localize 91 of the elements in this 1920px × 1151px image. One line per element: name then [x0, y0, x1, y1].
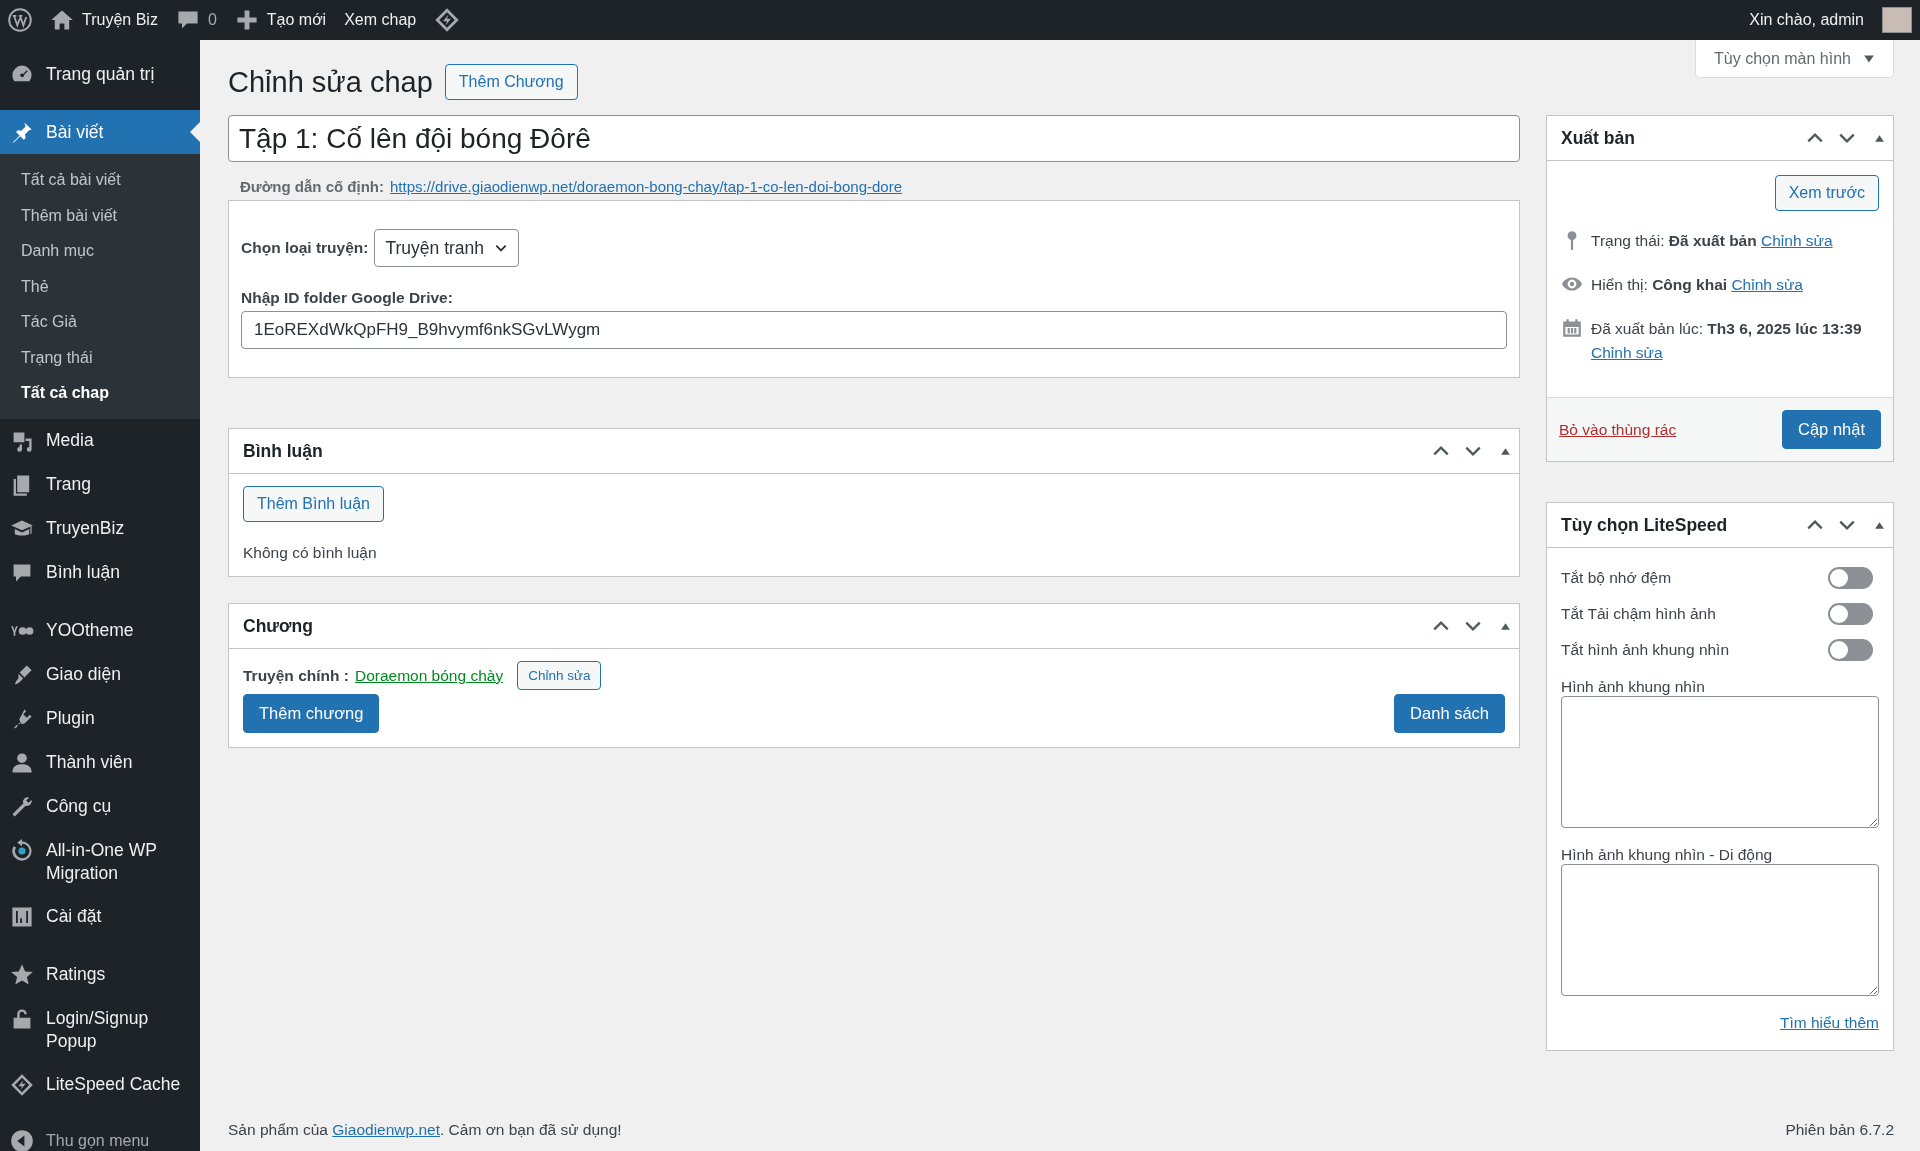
circular-arrow-icon [10, 838, 34, 863]
drive-id-field[interactable]: 1EoREXdWkQpFH9_B9hvymf6nkSGvLWygm [241, 311, 1507, 349]
move-to-trash-link[interactable]: Bỏ vào thùng rác [1559, 420, 1677, 439]
sidebar-item[interactable]: Công cụ [0, 784, 200, 829]
chapter-list-button[interactable]: Danh sách [1394, 694, 1505, 733]
field-label: Hình ảnh khung nhìn [1561, 678, 1706, 696]
sidebar-item[interactable]: YOOtheme [0, 608, 200, 653]
pushpin-icon [10, 120, 34, 144]
submenu-item[interactable]: Tác Giả [0, 304, 200, 340]
comic-type-dropdown[interactable]: Truyện tranh [374, 229, 520, 267]
diamond-logo-icon [434, 7, 461, 33]
preview-button[interactable]: Xem trước [1774, 175, 1879, 211]
post-title-field[interactable]: Tập 1: Cố lên đội bóng Đôrê [228, 115, 1520, 162]
publish-info-text: Hiển thị: Công khai Chỉnh sửa [1591, 275, 1803, 295]
sliders-icon [10, 904, 34, 929]
greeting-text[interactable]: Xin chào, admin [1749, 11, 1864, 29]
sidebar-item[interactable]: Plugin [0, 696, 200, 741]
text-area-field[interactable] [1561, 696, 1879, 828]
permalink-label: Đường dẫn cố định: [240, 178, 384, 195]
field-label: Nhập ID folder Google Drive: [241, 289, 454, 307]
toggle-switch[interactable] [1828, 567, 1873, 589]
triangle-up-icon [1874, 132, 1885, 144]
toggle-label: Tắt Tải chậm hình ảnh [1561, 605, 1716, 623]
add-chapter-button[interactable]: Thêm chương [243, 694, 380, 733]
star-icon [10, 962, 34, 987]
update-button[interactable]: Cập nhật [1782, 410, 1881, 449]
empty-message: Không có bình luận [243, 544, 378, 562]
sidebar-item[interactable]: Thành viên [0, 740, 200, 785]
page-title: Chỉnh sửa chap [228, 65, 433, 99]
publish-info-text: Đã xuất bản lúc: Th3 6, 2025 lúc 13:39 Chỉnh sửa [1591, 319, 1863, 363]
sidebar-item[interactable]: Bình luận [0, 550, 200, 595]
wrench-icon [10, 794, 34, 819]
edit-link[interactable]: Chỉnh sửa [1761, 232, 1833, 249]
sidebar-item[interactable]: LiteSpeed Cache [0, 1062, 200, 1107]
sidebar-item[interactable]: Giao diện [0, 652, 200, 697]
field-label: Chọn loại truyện: [241, 239, 369, 257]
sidebar-item[interactable]: Cài đặt [0, 894, 200, 939]
submenu-item[interactable]: Tất cả chap [0, 375, 200, 411]
edit-button[interactable]: Chỉnh sửa [517, 661, 602, 690]
toggle-switch[interactable] [1828, 603, 1873, 625]
panel-title: Tùy chọn LiteSpeed [1561, 514, 1728, 536]
person-icon [10, 750, 34, 775]
add-chapter-button[interactable]: Thêm Chương [444, 64, 578, 100]
triangle-up-icon [1500, 620, 1511, 632]
admin-bar-link[interactable]: 0 [175, 8, 217, 32]
main-story-label: Truyện chính : [243, 666, 349, 685]
main-story-link[interactable]: Doraemon bóng chày [354, 666, 504, 685]
collapse-menu-button[interactable]: Thu gọn menu [0, 1120, 200, 1151]
triangle-up-icon [1500, 445, 1511, 457]
add-comment-button[interactable]: Thêm Bình luận [243, 486, 384, 522]
field-label: Hình ảnh khung nhìn - Di động [1561, 846, 1774, 864]
edit-link[interactable]: Chỉnh sửa [1591, 344, 1663, 361]
submenu-item[interactable]: Thẻ [0, 268, 200, 304]
learn-more-link[interactable]: Tìm hiểu thêm [1779, 1014, 1879, 1032]
panel-title: Chương [243, 615, 313, 637]
footer-link[interactable]: Giaodienwp.net [332, 1121, 440, 1138]
sidebar-item[interactable]: Ratings [0, 952, 200, 997]
admin-bar-link[interactable]: Truyện Biz [50, 8, 158, 32]
publish-info-text: Trạng thái: Đã xuất bản Chỉnh sửa [1591, 231, 1833, 251]
submenu-item[interactable]: Tất cả bài viết [0, 162, 200, 198]
submenu-item[interactable]: Trạng thái [0, 339, 200, 375]
panel-title: Xuất bản [1561, 127, 1635, 149]
permalink-link[interactable]: https://drive.giaodienwp.net/doraemon-bong-chay/tap-1-co-len-doi-bong-dore [390, 178, 902, 195]
house-icon [50, 8, 74, 32]
toggle-label: Tắt bộ nhớ đệm [1561, 569, 1672, 587]
sidebar-item[interactable]: Media [0, 418, 200, 463]
sidebar-item[interactable]: Bài viết [0, 110, 200, 154]
wordpress-logo-icon [8, 8, 32, 32]
sidebar-item[interactable]: Trang [0, 462, 200, 507]
submenu-item[interactable]: Thêm bài viết [0, 197, 200, 233]
sidebar-item[interactable]: Trang quản trị [0, 52, 200, 96]
admin-bar-link[interactable]: Xem chap [344, 11, 417, 29]
submenu-item[interactable]: Danh mục [0, 233, 200, 269]
version-text: Phiên bản 6.7.2 [1785, 1121, 1894, 1139]
edit-link[interactable]: Chỉnh sửa [1731, 276, 1803, 293]
diamond-logo-icon [10, 1072, 34, 1097]
calendar-icon [1561, 317, 1583, 339]
caret-icon [1863, 52, 1875, 65]
text-area-field[interactable] [1561, 864, 1879, 996]
triangle-up-icon [1874, 519, 1885, 531]
screen-options-button[interactable]: Tùy chọn màn hình [1695, 40, 1894, 78]
toggle-label: Tắt hình ảnh khung nhìn [1561, 641, 1730, 659]
avatar-image[interactable] [1882, 7, 1912, 33]
panel-title: Bình luận [243, 440, 323, 462]
footer-text: Sản phẩm của Giaodienwp.net. Cảm ơn bạn đã sử dụng! [228, 1121, 622, 1139]
plus-icon [234, 8, 259, 32]
sidebar-item[interactable]: All-in-One WP Migration [0, 828, 200, 895]
admin-bar-link[interactable]: Tạo mới [234, 8, 327, 32]
toggle-switch[interactable] [1828, 639, 1873, 661]
sidebar-item[interactable]: TruyenBiz [0, 506, 200, 551]
sidebar-item[interactable]: Login/Signup Popup [0, 996, 200, 1063]
